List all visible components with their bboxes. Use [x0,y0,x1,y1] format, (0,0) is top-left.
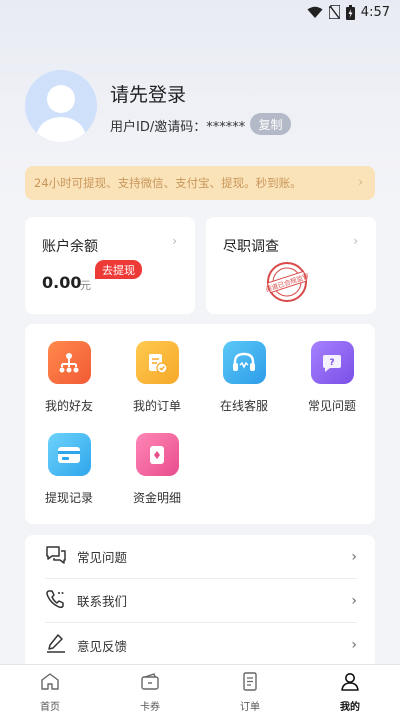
notice-banner[interactable]: 24小时可提现、支持微信、支付宝、提现。秒到账。 › [25,166,375,200]
friends-icon [47,341,91,384]
withdraw-button[interactable]: 去提现 [95,260,142,279]
grid-label: 常见问题 [307,399,356,413]
chevron-right-icon: › [351,548,357,565]
tab-label: 卡券 [140,702,160,711]
due-diligence-card[interactable]: 尽职调查 › 渠道已合规监管 [206,217,376,314]
orders-icon [135,341,179,384]
tab-mine[interactable]: 我的 [300,665,400,711]
card-icon [47,433,91,476]
user-id-line: 用户ID/邀请码：****** [110,116,245,135]
user-id-value: ****** [206,120,246,135]
question-icon: ? [310,341,354,384]
tab-label: 首页 [40,702,60,711]
tab-orders[interactable]: 订单 [200,665,300,711]
copy-button[interactable]: 复制 [250,113,291,135]
list-item-contact[interactable]: 联系我们 › [45,579,357,623]
headset-icon [222,341,266,384]
chevron-right-icon: › [351,637,357,653]
bottom-tab-bar: 首页 卡券 订单 我的 [0,664,400,711]
chevron-right-icon: › [351,592,357,609]
balance-unit: 元 [80,279,91,292]
wifi-icon [307,6,323,19]
chevron-right-icon: › [358,175,363,189]
user-id-label: 用户ID/邀请码： [110,120,207,135]
list-item-feedback[interactable]: 意见反馈 › [45,623,357,667]
tab-label: 订单 [240,702,260,711]
grid-item-support[interactable]: 在线客服 [200,341,288,414]
no-sim-icon [328,5,340,19]
funds-icon [135,433,179,476]
chat-icon [45,545,67,569]
svg-text:?: ? [329,358,334,368]
list-item-label: 联系我们 [77,594,128,609]
edit-icon [45,633,67,657]
grid-label: 资金明细 [132,491,181,505]
clock-time: 4:57 [360,4,390,20]
phone-icon [45,589,67,613]
coupon-icon [140,672,160,695]
login-prompt[interactable]: 请先登录 [110,80,186,107]
status-bar: 4:57 [0,0,400,24]
person-icon [340,672,360,695]
balance-title: 账户余额 [42,239,98,255]
grid-label: 我的好友 [44,399,93,413]
balance-amount: 0.00 [42,273,82,292]
chevron-right-icon: › [172,234,177,248]
list-item-label: 常见问题 [77,550,128,565]
tab-home[interactable]: 首页 [0,665,100,711]
feature-grid: 我的好友 我的订单 在线客服 ? 常见问题 提现记录 资金明细 [25,324,375,524]
home-icon [40,672,60,695]
grid-item-orders[interactable]: 我的订单 [113,341,201,414]
grid-item-fund-details[interactable]: 资金明细 [113,433,201,506]
grid-label: 在线客服 [219,399,268,413]
grid-item-faq[interactable]: ? 常见问题 [288,341,376,414]
tab-label: 我的 [340,702,360,711]
list-item-faq[interactable]: 常见问题 › [45,535,357,579]
grid-label: 我的订单 [132,399,181,413]
grid-item-friends[interactable]: 我的好友 [25,341,113,414]
battery-icon [345,4,355,20]
avatar-placeholder-icon [35,85,87,142]
order-icon [240,672,260,695]
grid-item-withdraw-records[interactable]: 提现记录 [25,433,113,506]
avatar[interactable] [25,70,97,142]
compliance-stamp-icon: 渠道已合规监管 [264,261,311,307]
settings-list: 常见问题 › 联系我们 › 意见反馈 › [25,535,375,675]
chevron-right-icon: › [353,234,358,248]
balance-card[interactable]: 账户余额 › 去提现 0.00 元 [25,217,195,314]
list-item-label: 意见反馈 [77,638,128,654]
tab-coupons[interactable]: 卡券 [100,665,200,711]
grid-label: 提现记录 [44,491,93,505]
due-diligence-title: 尽职调查 [223,239,279,255]
notice-text: 24小时可提现、支持微信、支付宝、提现。秒到账。 [34,176,302,190]
